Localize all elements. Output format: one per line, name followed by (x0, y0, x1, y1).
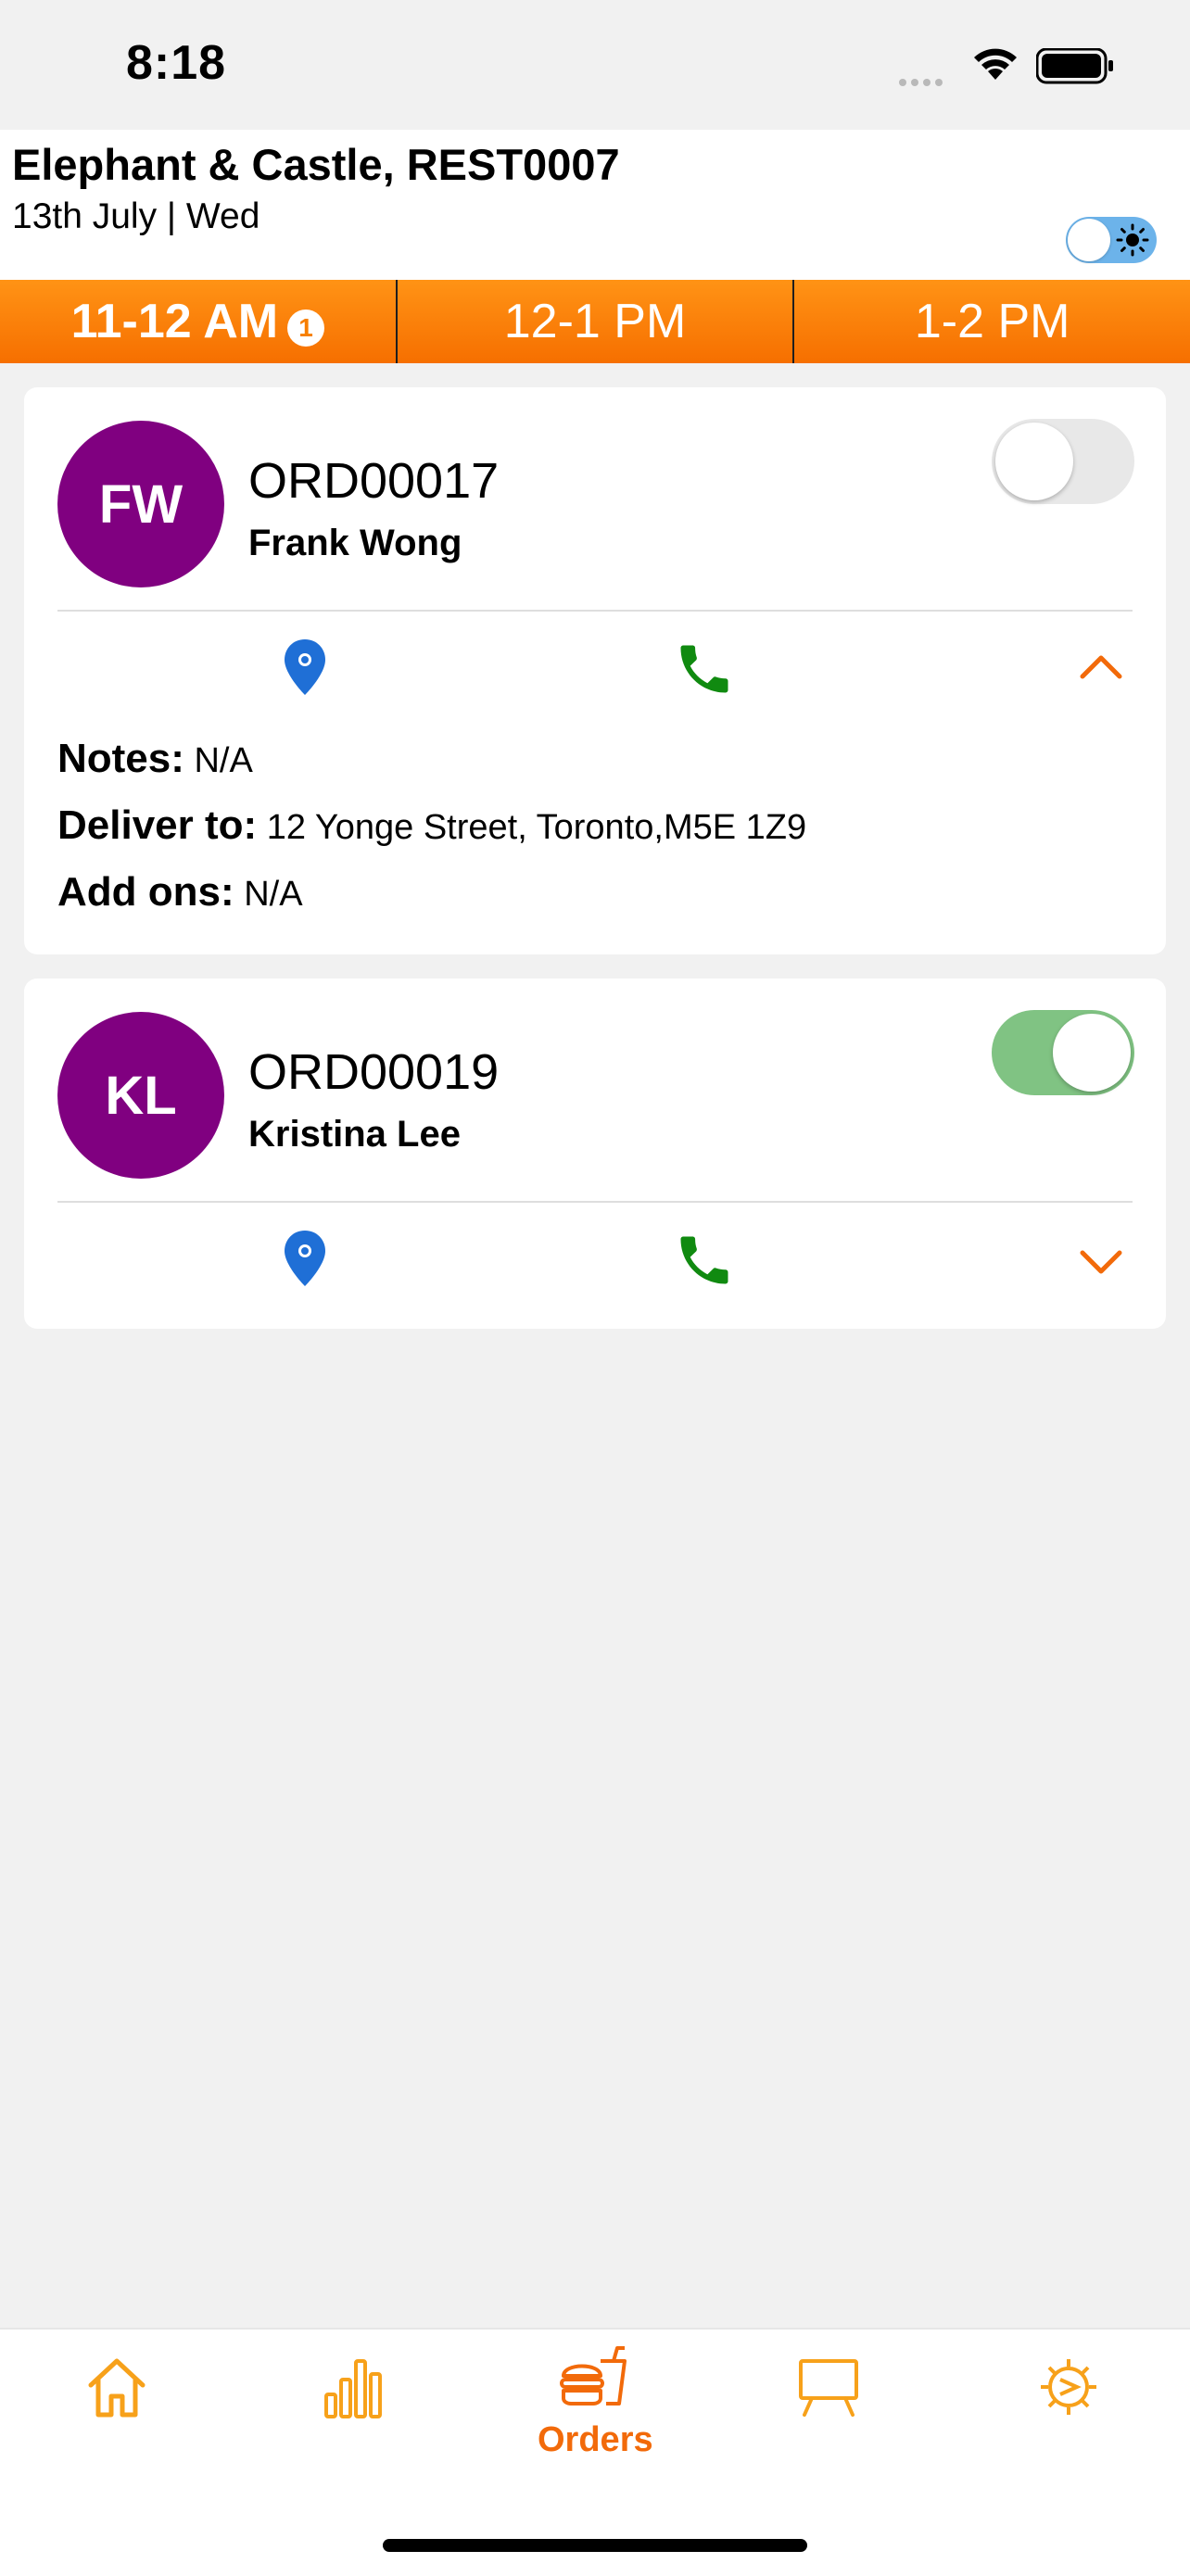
phone-icon[interactable] (673, 638, 736, 701)
bottom-tab-bar: Orders (0, 2328, 1190, 2576)
slot-count-badge: 1 (287, 309, 325, 347)
addons-value: N/A (244, 875, 303, 914)
theme-toggle-knob (1068, 219, 1110, 261)
notes-row: Notes: N/A (57, 726, 806, 793)
theme-toggle[interactable] (1066, 217, 1157, 263)
toggle-knob (1053, 1014, 1131, 1092)
wifi-icon (974, 48, 1017, 80)
deliver-address: 12 Yonge Street, Toronto,M5E 1Z9 (266, 808, 807, 847)
deliver-label: Deliver to: (57, 802, 258, 848)
order-accept-toggle[interactable] (992, 1010, 1134, 1095)
slot-label: 11-12 AM (70, 295, 279, 348)
cellular-signal-icon (899, 74, 947, 91)
chevron-down-icon[interactable] (1079, 1249, 1123, 1277)
location-pin-icon[interactable] (283, 638, 327, 697)
customer-name: Kristina Lee (248, 1114, 461, 1155)
status-bar: 8:18 (0, 0, 1190, 130)
order-id: ORD00017 (248, 453, 500, 509)
home-icon[interactable] (83, 2354, 150, 2420)
order-accept-toggle[interactable] (992, 419, 1134, 504)
slot-label: 12-1 PM (503, 295, 687, 348)
avatar: FW (57, 421, 224, 587)
header-date: 13th July | Wed (12, 196, 260, 236)
order-card: FW ORD00017 Frank Wong Notes: N/A Delive… (24, 387, 1166, 954)
order-card: KL ORD00019 Kristina Lee (24, 979, 1166, 1329)
notes-value: N/A (194, 741, 253, 780)
toggle-knob (995, 423, 1073, 500)
home-indicator (383, 2539, 807, 2552)
battery-icon (1036, 48, 1113, 84)
divider (57, 610, 1133, 612)
stats-icon[interactable] (323, 2354, 384, 2420)
deliver-row: Deliver to: 12 Yonge Street, Toronto,M5E… (57, 793, 806, 860)
avatar: KL (57, 1012, 224, 1179)
board-icon[interactable] (797, 2354, 860, 2420)
chevron-up-icon[interactable] (1079, 652, 1123, 680)
tab-slot-11-12am[interactable]: 11-12 AM 1 (0, 280, 398, 363)
addons-row: Add ons: N/A (57, 860, 806, 927)
order-details: Notes: N/A Deliver to: 12 Yonge Street, … (57, 726, 806, 927)
restaurant-title: Elephant & Castle, REST0007 (12, 140, 620, 189)
tab-orders-label[interactable]: Orders (538, 2420, 653, 2460)
tab-slot-1-2pm[interactable]: 1-2 PM (794, 280, 1190, 363)
status-time: 8:18 (126, 36, 227, 90)
notes-label: Notes: (57, 736, 184, 781)
addons-label: Add ons: (57, 869, 234, 915)
sun-icon (1116, 223, 1149, 257)
divider (57, 1201, 1133, 1203)
slot-label: 1-2 PM (914, 295, 1070, 348)
settings-icon[interactable] (1036, 2354, 1101, 2420)
customer-name: Frank Wong (248, 523, 462, 563)
restaurant-header: Elephant & Castle, REST0007 13th July | … (0, 130, 1190, 280)
tab-slot-12-1pm[interactable]: 12-1 PM (398, 280, 795, 363)
order-id: ORD00019 (248, 1044, 500, 1100)
time-slot-tabs: 11-12 AM 1 12-1 PM 1-2 PM (0, 280, 1190, 363)
location-pin-icon[interactable] (283, 1229, 327, 1288)
phone-icon[interactable] (673, 1229, 736, 1292)
orders-icon[interactable] (560, 2344, 630, 2407)
